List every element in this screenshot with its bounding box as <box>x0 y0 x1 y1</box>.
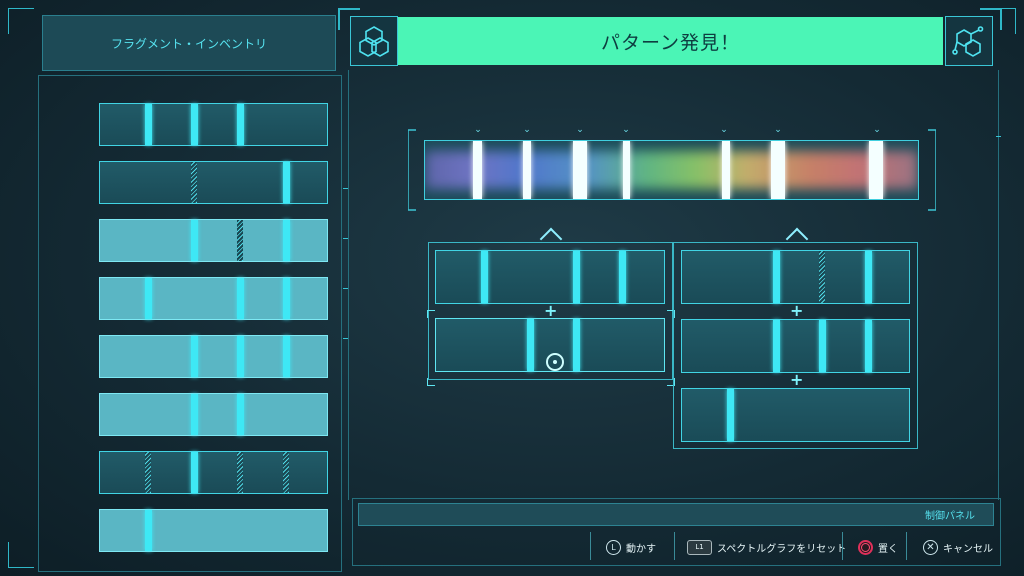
plus-icon: + <box>790 370 804 389</box>
chevron-down-icon: ⌄ <box>622 125 630 135</box>
reset-spectrum-button[interactable]: L1 スペクトルグラフをリセット <box>687 537 846 557</box>
fragment-slot[interactable] <box>435 250 665 304</box>
fragment-item[interactable] <box>99 103 328 146</box>
molecule-icon-left <box>350 16 398 66</box>
fragment-item[interactable] <box>99 161 328 204</box>
chevron-down-icon: ⌄ <box>873 125 881 135</box>
inventory-title: フラグメント・インベントリ <box>42 15 336 71</box>
chevron-down-icon: ⌄ <box>576 125 584 135</box>
fragment-item[interactable] <box>99 219 328 262</box>
cursor-icon <box>546 353 564 371</box>
chevron-down-icon: ⌄ <box>720 125 728 135</box>
chevron-down-icon: ⌄ <box>474 125 482 135</box>
l1-button-icon: L1 <box>687 539 712 555</box>
place-button[interactable]: 置く <box>858 537 898 557</box>
fragment-item[interactable] <box>99 393 328 436</box>
control-panel-label: 制御パネル <box>358 503 994 526</box>
fragment-slot[interactable] <box>681 319 910 373</box>
molecule-icon-right <box>945 16 993 66</box>
chevron-down-icon: ⌄ <box>774 125 782 135</box>
move-button[interactable]: L 動かす <box>606 537 656 557</box>
circle-button-icon <box>858 539 873 555</box>
spectrum-graph <box>424 140 919 200</box>
cross-button-icon: ✕ <box>923 539 938 555</box>
pattern-found-banner: パターン発見！ <box>398 17 943 65</box>
plus-icon: + <box>790 301 804 320</box>
left-stick-icon: L <box>606 539 621 555</box>
fragment-slot[interactable] <box>681 388 910 442</box>
fragment-item[interactable] <box>99 335 328 378</box>
cancel-button[interactable]: ✕ キャンセル <box>923 537 993 557</box>
fragment-slot[interactable] <box>681 250 910 304</box>
chevron-down-icon: ⌄ <box>523 125 531 135</box>
fragment-item[interactable] <box>99 451 328 494</box>
fragment-item[interactable] <box>99 509 328 552</box>
fragment-item[interactable] <box>99 277 328 320</box>
inventory-panel <box>38 75 342 572</box>
